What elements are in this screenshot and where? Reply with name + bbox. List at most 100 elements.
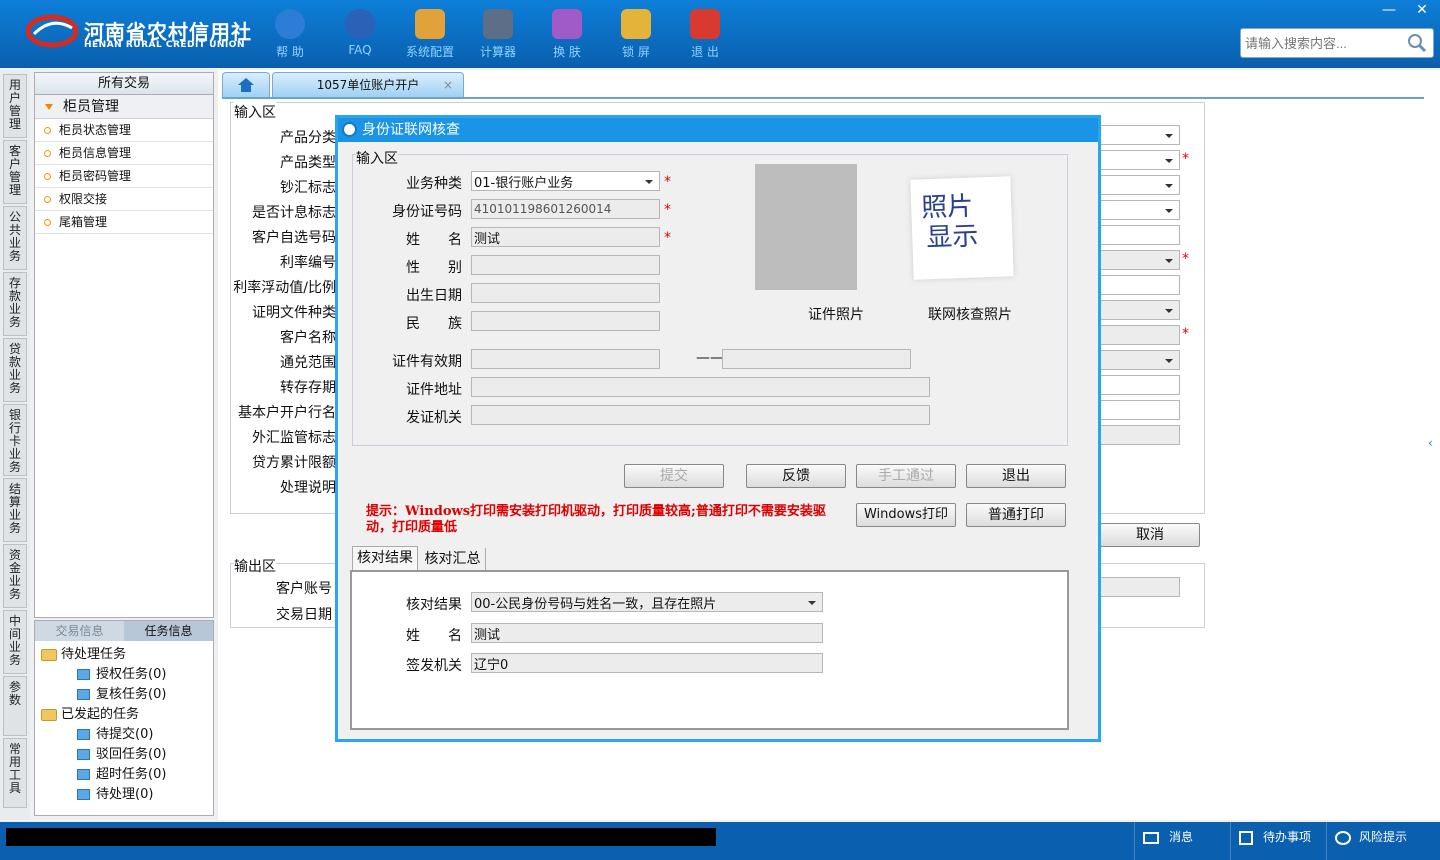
menu-item-teller-info[interactable]: 柜员信息管理 <box>35 142 213 165</box>
exit-button[interactable]: 退出 <box>966 464 1066 488</box>
biz-type-select[interactable]: 01-银行账户业务 <box>471 171 660 191</box>
minimize-button[interactable]: — <box>1372 0 1406 20</box>
net-photo-label: 联网核查照片 <box>928 307 1012 323</box>
bg-field[interactable] <box>1100 325 1180 345</box>
bg-field[interactable] <box>1100 400 1180 420</box>
bg-field-select[interactable] <box>1100 350 1180 370</box>
tab-transaction-info[interactable]: 交易信息 <box>35 621 124 641</box>
help-button[interactable]: 帮 助 <box>255 6 325 64</box>
issuer-field[interactable] <box>471 405 930 425</box>
tree-item[interactable]: 超时任务(0) <box>77 763 166 782</box>
vtab-deposit-biz[interactable]: 存款业务 <box>3 272 27 336</box>
search-box <box>1240 28 1434 58</box>
bg-field-select[interactable] <box>1100 250 1180 270</box>
photo-placeholder-line2: 显示 <box>925 221 979 254</box>
label-validity: 证件有效期 <box>392 354 462 370</box>
feedback-button[interactable]: 反馈 <box>746 464 846 488</box>
normal-print-button[interactable]: 普通打印 <box>966 503 1066 527</box>
address-field[interactable] <box>471 377 930 397</box>
task-icon <box>77 729 90 740</box>
message-button[interactable]: 消息 <box>1134 822 1230 860</box>
lock-screen-button[interactable]: 锁 屏 <box>601 6 671 64</box>
faq-button[interactable]: FAQ <box>325 6 395 64</box>
birth-field[interactable] <box>471 283 660 303</box>
bg-field-select[interactable] <box>1100 300 1180 320</box>
vtab-loan-biz[interactable]: 贷款业务 <box>3 338 27 402</box>
required-star: * <box>1182 326 1189 342</box>
vtab-settlement-biz[interactable]: 结算业务 <box>3 478 27 542</box>
bg-field[interactable] <box>1100 375 1180 395</box>
search-input[interactable] <box>1241 29 1401 57</box>
tree-item[interactable]: 待处理(0) <box>77 783 153 802</box>
bg-label: 是否计息标志 <box>252 205 336 221</box>
tab-1057-account-open[interactable]: 1057单位账户开户 × <box>272 72 464 98</box>
manual-pass-button[interactable]: 手工通过 <box>856 464 956 488</box>
close-button[interactable]: ✕ <box>1405 0 1439 20</box>
task-icon <box>77 749 90 760</box>
bg-field[interactable] <box>1100 275 1180 295</box>
tree-item[interactable]: 驳回任务(0) <box>77 743 166 762</box>
vtab-params[interactable]: 参数 <box>3 676 27 736</box>
tab-close-icon[interactable]: × <box>443 73 453 97</box>
menu-category[interactable]: 柜员管理 <box>35 95 213 119</box>
bg-field-select[interactable] <box>1100 150 1180 170</box>
vtab-card-biz[interactable]: 银行卡业务 <box>3 404 27 476</box>
lock-icon <box>621 9 651 39</box>
id-no-field[interactable]: 410101198601260014 <box>471 199 660 219</box>
submit-button[interactable]: 提交 <box>624 464 724 488</box>
vtab-user-mgmt[interactable]: 用户管理 <box>3 74 27 138</box>
result-issuer-field[interactable]: 辽宁0 <box>471 653 823 673</box>
tree-item[interactable]: 待提交(0) <box>77 723 153 742</box>
logout-button[interactable]: 退 出 <box>670 6 740 64</box>
name-field[interactable]: 测试 <box>471 227 660 247</box>
system-config-button[interactable]: 系统配置 <box>395 6 465 64</box>
menu-item-cashbox[interactable]: 尾箱管理 <box>35 211 213 234</box>
calculator-button[interactable]: 计算器 <box>463 6 533 64</box>
vtab-fund-biz[interactable]: 资金业务 <box>3 544 27 608</box>
vtab-public-biz[interactable]: 公共业务 <box>3 206 27 270</box>
print-tip: 提示：Windows打印需安装打印机驱动，打印质量较高;普通打印不需要安装驱动，… <box>366 504 826 535</box>
tab-check-summary[interactable]: 核对汇总 <box>420 548 486 570</box>
home-tab[interactable] <box>222 72 270 98</box>
gender-field[interactable] <box>471 255 660 275</box>
tree-item[interactable]: 授权任务(0) <box>77 663 166 682</box>
tab-check-result[interactable]: 核对结果 <box>352 546 418 570</box>
result-name-field[interactable]: 测试 <box>471 623 823 643</box>
bg-label: 客户自选号码 <box>252 230 336 246</box>
vtab-customer-mgmt[interactable]: 客户管理 <box>3 140 27 204</box>
bg-output-field[interactable] <box>1100 577 1180 597</box>
validity-start-field[interactable] <box>471 349 660 369</box>
tree-group-pending[interactable]: 待处理任务 <box>41 643 126 662</box>
windows-print-button[interactable]: Windows打印 <box>856 503 956 527</box>
bg-field[interactable] <box>1100 225 1180 245</box>
photo-placeholder-line1: 照片 <box>920 191 974 224</box>
skin-button[interactable]: 换 肤 <box>532 6 602 64</box>
label-gender: 性 别 <box>406 260 462 276</box>
tab-task-info[interactable]: 任务信息 <box>124 621 213 641</box>
tree-item[interactable]: 复核任务(0) <box>77 683 166 702</box>
ethnic-field[interactable] <box>471 311 660 331</box>
bg-field-select[interactable] <box>1100 200 1180 220</box>
folder-icon <box>41 708 57 721</box>
dialog-input-legend: 输入区 <box>356 148 398 168</box>
vtab-intermediary-biz[interactable]: 中间业务 <box>3 610 27 674</box>
bg-field[interactable] <box>1100 425 1180 445</box>
bg-field-select[interactable] <box>1100 125 1180 145</box>
menu-item-teller-password[interactable]: 柜员密码管理 <box>35 165 213 188</box>
risk-alert-button[interactable]: 风险提示 <box>1326 822 1436 860</box>
bg-label: 基本户开户行名 <box>238 405 336 421</box>
expand-right-icon[interactable]: ‹ <box>1428 436 1433 450</box>
label-result-issuer: 签发机关 <box>406 658 462 674</box>
check-result-select[interactable]: 00-公民身份号码与姓名一致，且存在照片 <box>471 592 823 612</box>
label-id-no: 身份证号码 <box>392 204 462 220</box>
vtab-tools[interactable]: 常用工具 <box>3 738 27 808</box>
menu-item-permission-handover[interactable]: 权限交接 <box>35 188 213 211</box>
vertical-nav: 用户管理 客户管理 公共业务 存款业务 贷款业务 银行卡业务 结算业务 资金业务… <box>0 70 30 820</box>
validity-end-field[interactable] <box>722 349 911 369</box>
todo-button[interactable]: 待办事项 <box>1230 822 1326 860</box>
cancel-button[interactable]: 取消 <box>1100 523 1200 547</box>
menu-item-teller-status[interactable]: 柜员状态管理 <box>35 119 213 142</box>
tree-group-initiated[interactable]: 已发起的任务 <box>41 703 139 722</box>
bg-field-select[interactable] <box>1100 175 1180 195</box>
search-icon[interactable] <box>1407 33 1427 57</box>
